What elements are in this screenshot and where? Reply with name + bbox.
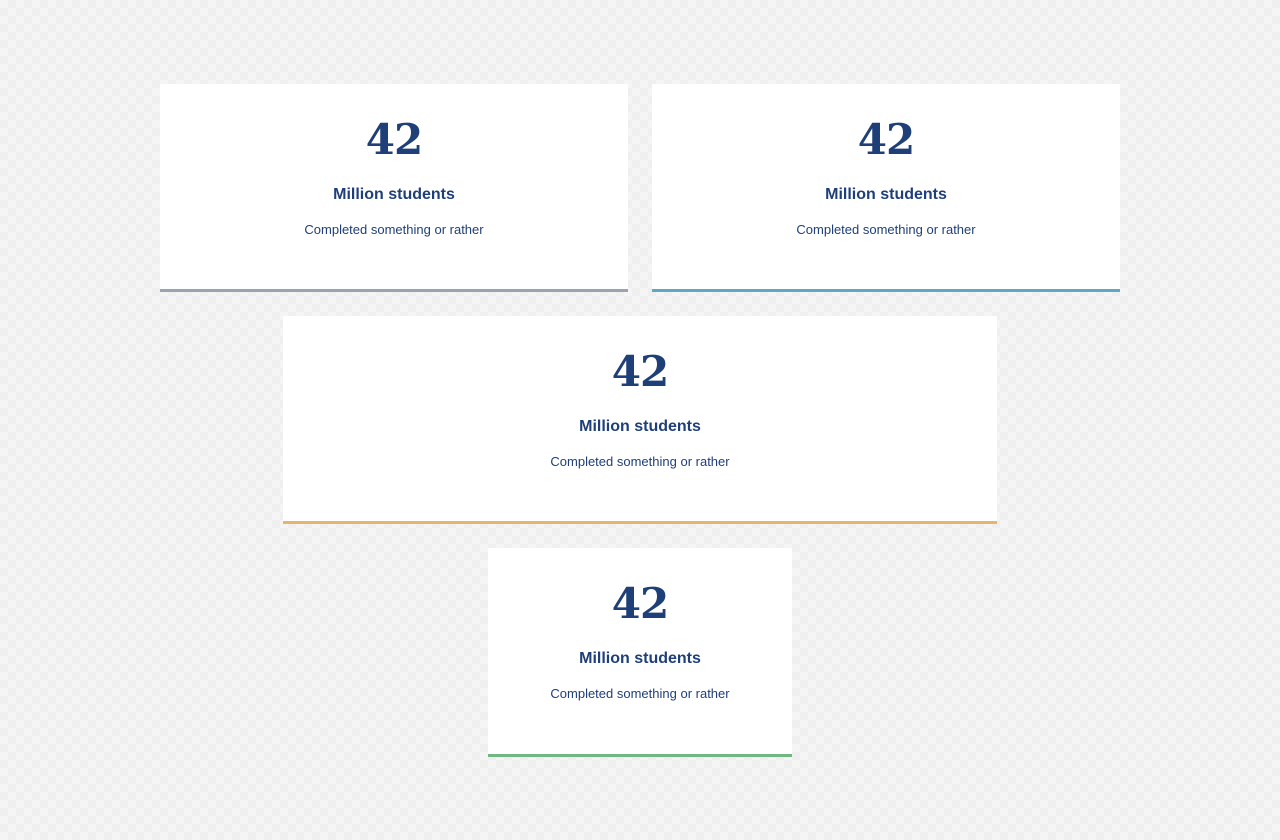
stat-card: 42 Million students Completed something …: [488, 548, 792, 757]
stat-description: Completed something or rather: [304, 222, 484, 237]
stat-number: 42: [611, 579, 669, 628]
stat-description: Completed something or rather: [796, 222, 976, 237]
stat-description: Completed something or rather: [550, 686, 730, 701]
stat-card: 42 Million students Completed something …: [160, 84, 628, 292]
stat-title: Million students: [825, 186, 947, 203]
stat-card: 42 Million students Completed something …: [652, 84, 1120, 292]
stat-title: Million students: [579, 418, 701, 435]
stat-number: 42: [611, 347, 669, 396]
stat-title: Million students: [579, 650, 701, 667]
stat-number: 42: [857, 115, 915, 164]
stat-card: 42 Million students Completed something …: [283, 316, 997, 524]
stat-description: Completed something or rather: [550, 454, 730, 469]
stat-title: Million students: [333, 186, 455, 203]
stat-number: 42: [365, 115, 423, 164]
